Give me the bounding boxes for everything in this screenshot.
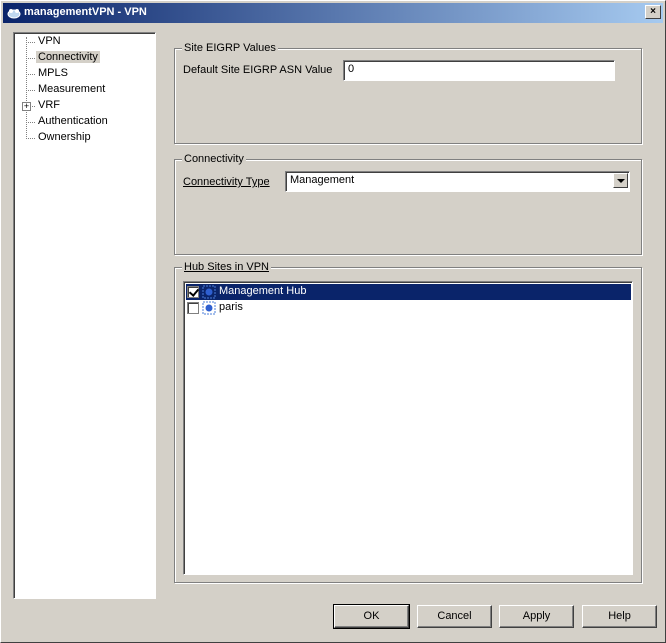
expand-icon[interactable]: +	[22, 102, 31, 111]
tree-item-vrf[interactable]: + VRF	[14, 98, 154, 114]
tree-item-mpls[interactable]: MPLS	[14, 66, 154, 82]
close-button[interactable]: ×	[645, 5, 661, 19]
list-item[interactable]: paris	[186, 300, 631, 316]
ok-button[interactable]: OK	[333, 604, 410, 629]
apply-button[interactable]: Apply	[499, 605, 574, 628]
window-title: managementVPN - VPN	[24, 6, 147, 18]
tree-item-authentication[interactable]: Authentication	[14, 114, 154, 130]
connectivity-type-label: Connectivity Type	[183, 176, 270, 188]
tree-item-label: Measurement	[38, 83, 106, 95]
list-item-label: Management Hub	[219, 285, 307, 297]
tree-item-measurement[interactable]: Measurement	[14, 82, 154, 98]
tree-item-label: MPLS	[38, 67, 68, 79]
tree-item-label: Ownership	[38, 131, 91, 143]
tree-branch	[26, 58, 35, 59]
eigrp-group-title: Site EIGRP Values	[182, 42, 278, 54]
eigrp-asn-label: Default Site EIGRP ASN Value	[183, 64, 333, 76]
eigrp-asn-input[interactable]: 0	[343, 60, 615, 81]
list-item-label: paris	[219, 301, 243, 313]
navigation-tree[interactable]: VPN Connectivity MPLS Measurement + VRF …	[13, 32, 156, 599]
hub-checkbox[interactable]	[187, 286, 199, 298]
cancel-button[interactable]: Cancel	[417, 605, 492, 628]
vpn-app-icon	[7, 9, 21, 19]
chevron-down-icon[interactable]	[613, 173, 628, 188]
connectivity-group-title: Connectivity	[182, 153, 246, 165]
vpn-dialog: managementVPN - VPN × VPN Connectivity M…	[0, 0, 666, 643]
tree-item-connectivity[interactable]: Connectivity	[14, 50, 154, 66]
help-button[interactable]: Help	[582, 605, 657, 628]
close-icon: ×	[650, 6, 656, 17]
list-item[interactable]: Management Hub	[186, 284, 631, 300]
tree-branch	[26, 42, 35, 43]
tree-item-vpn[interactable]: VPN	[14, 34, 154, 50]
tree-item-label: VPN	[38, 35, 61, 47]
hub-sites-group-title: Hub Sites in VPN	[182, 261, 271, 273]
hub-checkbox[interactable]	[187, 302, 199, 314]
tree-item-label: VRF	[38, 99, 60, 111]
tree-item-ownership[interactable]: Ownership	[14, 130, 154, 146]
title-bar[interactable]: managementVPN - VPN ×	[3, 3, 663, 23]
hub-site-icon	[202, 301, 216, 315]
tree-branch	[26, 90, 35, 91]
tree-branch	[26, 138, 35, 139]
connectivity-type-dropdown[interactable]: Management	[285, 171, 630, 192]
tree-branch	[26, 74, 35, 75]
tree-item-label: Connectivity	[36, 51, 100, 63]
hub-site-icon	[202, 285, 216, 299]
connectivity-type-value: Management	[290, 174, 355, 186]
tree-item-label: Authentication	[38, 115, 108, 127]
tree-branch	[26, 122, 35, 123]
hub-sites-list[interactable]: Management Hub paris	[183, 281, 633, 575]
